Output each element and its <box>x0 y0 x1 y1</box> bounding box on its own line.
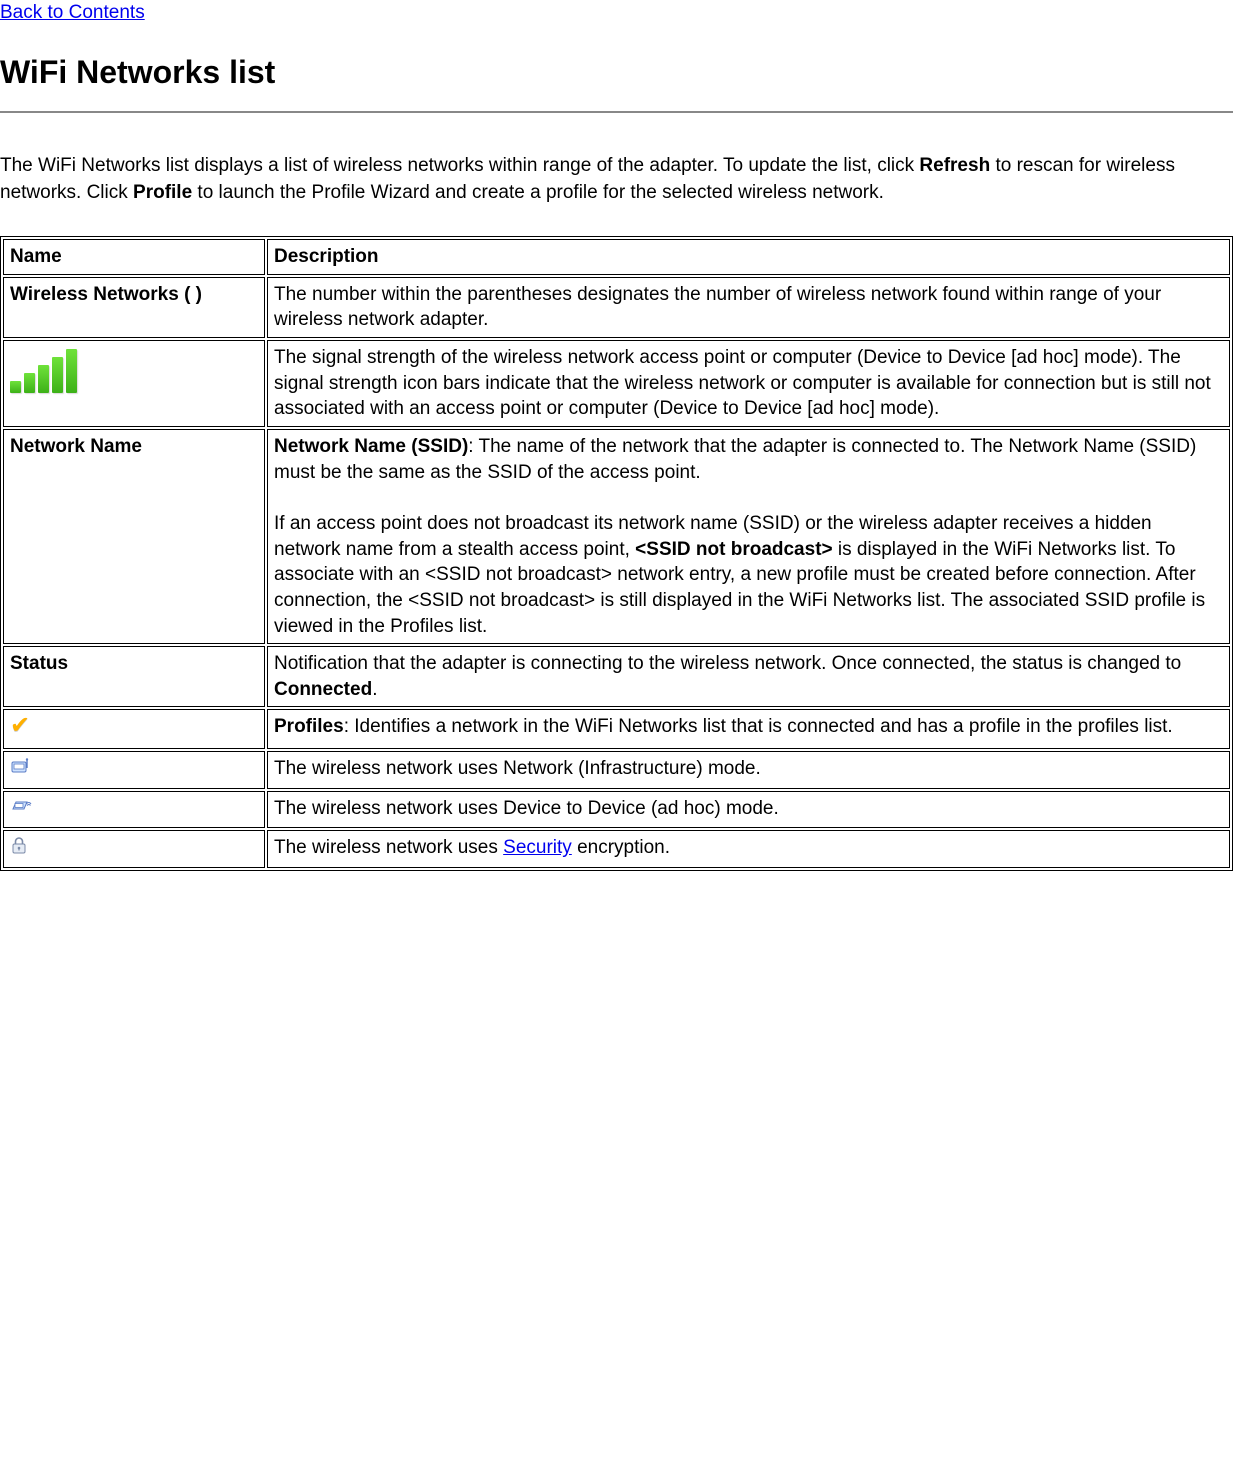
desc-bold: Profiles <box>274 716 344 737</box>
table-row: Network Name Network Name (SSID): The na… <box>3 429 1230 644</box>
row-icon-cell <box>3 830 265 868</box>
desc-text: . <box>372 679 377 700</box>
row-desc: Profiles: Identifies a network in the Wi… <box>267 709 1230 749</box>
signal-strength-icon <box>10 345 77 393</box>
header-description: Description <box>267 239 1230 275</box>
refresh-bold: Refresh <box>919 155 990 176</box>
lock-icon <box>10 835 28 855</box>
page-title: WiFi Networks list <box>0 54 1233 91</box>
table-row: The wireless network uses Security encry… <box>3 830 1230 868</box>
row-desc: The wireless network uses Network (Infra… <box>267 751 1230 789</box>
row-desc: The wireless network uses Device to Devi… <box>267 791 1230 829</box>
table-row: Profiles: Identifies a network in the Wi… <box>3 709 1230 749</box>
desc-text: : Identifies a network in the WiFi Netwo… <box>344 716 1173 737</box>
desc-text: Notification that the adapter is connect… <box>274 653 1181 674</box>
row-icon-cell <box>3 709 265 749</box>
header-name: Name <box>3 239 265 275</box>
adhoc-mode-icon <box>10 796 34 816</box>
back-to-contents-link[interactable]: Back to Contents <box>0 2 145 24</box>
desc-text: encryption. <box>572 837 670 858</box>
security-link[interactable]: Security <box>503 837 572 858</box>
row-desc: The signal strength of the wireless netw… <box>267 340 1230 427</box>
table-row: The wireless network uses Device to Devi… <box>3 791 1230 829</box>
desc-bold: Connected <box>274 679 372 700</box>
row-icon-cell <box>3 340 265 427</box>
desc-bold: Network Name (SSID) <box>274 436 468 457</box>
profile-check-icon <box>10 714 36 736</box>
table-header-row: Name Description <box>3 239 1230 275</box>
desc-bold: <SSID not broadcast> <box>635 539 832 560</box>
row-name: Network Name <box>3 429 265 644</box>
row-icon-cell <box>3 751 265 789</box>
profile-bold: Profile <box>133 182 192 203</box>
divider <box>0 111 1233 113</box>
table-row: Wireless Networks ( ) The number within … <box>3 277 1230 338</box>
table-row: Status Notification that the adapter is … <box>3 646 1230 707</box>
desc-text: The wireless network uses <box>274 837 503 858</box>
infrastructure-mode-icon <box>10 756 32 776</box>
table-row: The wireless network uses Network (Infra… <box>3 751 1230 789</box>
row-desc: Network Name (SSID): The name of the net… <box>267 429 1230 644</box>
table-row: The signal strength of the wireless netw… <box>3 340 1230 427</box>
definitions-table: Name Description Wireless Networks ( ) T… <box>0 236 1233 871</box>
row-desc: The wireless network uses Security encry… <box>267 830 1230 868</box>
row-desc: Notification that the adapter is connect… <box>267 646 1230 707</box>
intro-paragraph: The WiFi Networks list displays a list o… <box>0 153 1233 206</box>
row-desc: The number within the parentheses design… <box>267 277 1230 338</box>
intro-text: to launch the Profile Wizard and create … <box>192 182 884 203</box>
intro-text: The WiFi Networks list displays a list o… <box>0 155 919 176</box>
row-icon-cell <box>3 791 265 829</box>
row-name: Wireless Networks ( ) <box>3 277 265 338</box>
row-name: Status <box>3 646 265 707</box>
